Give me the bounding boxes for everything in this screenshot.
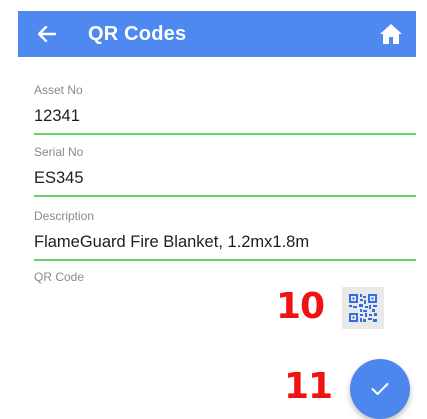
serial-no-label: Serial No	[34, 145, 84, 159]
qr-scan-button[interactable]	[342, 287, 384, 329]
asset-no-input[interactable]	[34, 105, 416, 127]
serial-no-field: Serial No	[34, 145, 416, 197]
page-title: QR Codes	[88, 22, 187, 45]
serial-no-input[interactable]	[34, 167, 416, 189]
description-input[interactable]	[34, 231, 416, 253]
home-button[interactable]	[376, 19, 406, 49]
asset-no-underline	[34, 133, 416, 135]
asset-no-field: Asset No	[34, 83, 416, 135]
description-underline	[34, 259, 416, 261]
step-10-annotation: 10	[276, 286, 325, 327]
qr-code-label: QR Code	[34, 270, 85, 284]
back-button[interactable]	[30, 17, 64, 51]
step-11-annotation: 11	[284, 366, 333, 407]
qr-code-field: QR Code	[34, 270, 416, 284]
qr-code-icon	[349, 294, 377, 322]
home-icon	[380, 24, 402, 44]
asset-no-label: Asset No	[34, 83, 83, 97]
serial-no-underline	[34, 195, 416, 197]
check-icon	[371, 383, 389, 395]
app-bar: QR Codes	[18, 11, 416, 57]
description-field: Description	[34, 209, 416, 261]
description-label: Description	[34, 209, 95, 223]
save-button[interactable]	[350, 359, 410, 419]
arrow-left-icon	[38, 26, 56, 42]
